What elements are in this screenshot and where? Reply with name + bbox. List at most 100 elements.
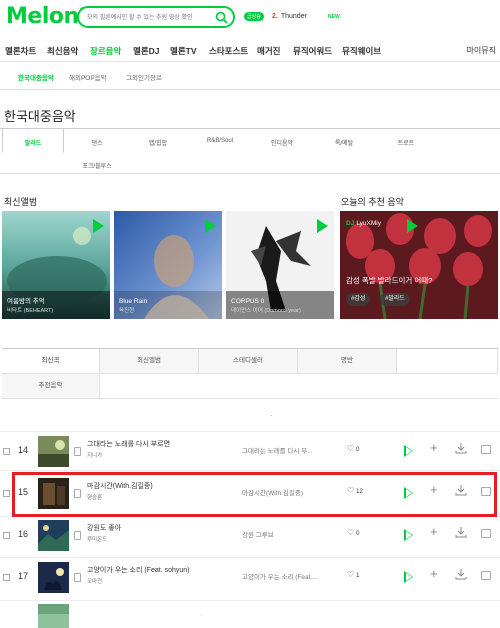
mv-icon[interactable] (481, 445, 491, 454)
nav-magazine[interactable]: 매거진 (257, 45, 280, 57)
song-thumbnail[interactable] (38, 520, 69, 551)
recommend-card[interactable]: DJ LyuXMiy 감성 폭발 발라드이거 어때? #감성 #발라드 (340, 211, 498, 319)
subnav-other-genres[interactable]: 그외인기장르 (126, 72, 162, 82)
nav-melon-dj[interactable]: 멜론DJ (133, 45, 160, 57)
album-artist[interactable]: 비타트 (BEHEART) (7, 306, 53, 314)
tab-latest-albums[interactable]: 최신앨범 (100, 349, 199, 374)
melon-logo[interactable]: Melon (6, 4, 86, 29)
mv-icon[interactable] (481, 571, 491, 580)
song-album[interactable]: 그대라는 노래를 다시 부... (242, 445, 332, 455)
like-button[interactable]: ♡ 0 (347, 444, 360, 453)
search-box[interactable] (77, 6, 235, 28)
genre-indie[interactable]: 인디음악 (252, 138, 312, 147)
ticker-title: Thunder (280, 13, 307, 20)
song-info-icon[interactable] (74, 447, 81, 456)
nav-my-music[interactable]: 마이뮤직 (467, 45, 496, 56)
song-info-icon[interactable] (74, 573, 81, 582)
genre-dance[interactable]: 댄스 (67, 138, 127, 147)
album-title[interactable]: 여름밤의 추억 (7, 295, 45, 305)
album-card[interactable]: Blue Rain 육진현 (114, 211, 222, 319)
add-icon[interactable]: + (430, 524, 438, 539)
album-card[interactable]: CORPUS 0 데이먼스 이어 (Damons year) (226, 211, 334, 319)
row-divider (0, 600, 500, 601)
nav-music-award[interactable]: 뮤직어워드 (293, 45, 332, 57)
album-title[interactable]: Blue Rain (119, 298, 147, 305)
search-icon[interactable] (215, 11, 228, 24)
recommend-tag[interactable]: #발라드 (380, 293, 410, 306)
tab-steady-seller[interactable]: 스테디셀러 (199, 349, 298, 374)
row-checkbox[interactable] (3, 448, 10, 455)
play-icon[interactable] (404, 445, 413, 457)
add-icon[interactable]: + (430, 440, 438, 455)
song-thumbnail[interactable] (38, 604, 69, 628)
song-row[interactable]: 16 강원도 좋아 루미온드 강원 그루브 ♡ 0 + (0, 517, 500, 557)
genre-rock[interactable]: 록/메탈 (314, 138, 374, 147)
search-input[interactable] (87, 11, 213, 25)
row-divider (0, 431, 500, 432)
recommend-heading: 오늘의 추천 음악 (341, 197, 404, 207)
tab-latest-songs[interactable]: 최신곡 (2, 349, 100, 374)
song-artist[interactable]: 루미온드 (87, 535, 107, 543)
song-rank: 16 (18, 529, 29, 539)
song-artist[interactable]: 지니카 (87, 451, 102, 459)
album-title[interactable]: CORPUS 0 (231, 298, 264, 305)
nav-starpost[interactable]: 스타포스트 (209, 45, 248, 57)
recommend-title[interactable]: 감성 폭발 발라드이거 어때? (346, 275, 432, 286)
song-title[interactable]: 고양이가 우는 소리 (Feat. sohyun) (87, 565, 190, 575)
realtime-rank-ticker[interactable]: 2. Thunder (272, 13, 307, 20)
song-title[interactable]: 강원도 좋아 (87, 523, 121, 533)
scroll-indicator: · (200, 612, 203, 619)
album-caption (114, 291, 222, 319)
like-button[interactable]: ♡ 1 (347, 570, 360, 579)
subnav-foreign-pop[interactable]: 해외POP음악 (69, 72, 107, 82)
play-icon[interactable] (205, 219, 216, 233)
row-checkbox[interactable] (3, 490, 10, 497)
album-artist[interactable]: 육진현 (119, 306, 134, 314)
nav-melon-chart[interactable]: 멜론차트 (5, 45, 36, 57)
genre-trot[interactable]: 트로트 (376, 138, 436, 147)
song-thumbnail[interactable] (38, 562, 69, 593)
like-count: 0 (356, 531, 360, 537)
subnav-korean-pop[interactable]: 한국대중음악 (18, 72, 54, 82)
genre-folk[interactable]: 포크/블루스 (67, 161, 127, 170)
ticker-rank: 2. (272, 13, 278, 20)
nav-music-wave[interactable]: 뮤직웨이브 (342, 45, 381, 57)
page-title: 한국대중음악 (4, 109, 76, 124)
list-tabs: 최신곡 최신앨범 스테디셀러 명반 추천음악 (2, 348, 498, 399)
add-icon[interactable]: + (430, 566, 438, 581)
genre-rnb[interactable]: R&B/Soul (190, 138, 250, 144)
nav-genre-music[interactable]: 장르음악 (90, 45, 121, 57)
dj-name[interactable]: LyuXMiy (356, 220, 381, 227)
play-icon[interactable] (93, 219, 104, 233)
mv-icon[interactable] (481, 529, 491, 538)
song-album[interactable]: 강원 그루브 (242, 529, 332, 539)
nav-melon-tv[interactable]: 멜론TV (170, 45, 197, 57)
play-icon[interactable] (317, 219, 328, 233)
like-button[interactable]: ♡ 0 (347, 528, 360, 537)
download-icon[interactable] (455, 526, 467, 538)
album-card[interactable]: 여름밤의 추억 비타트 (BEHEART) (2, 211, 110, 319)
play-icon[interactable] (404, 571, 413, 583)
song-title[interactable]: 그대라는 노래를 다시 부르면 (87, 439, 170, 449)
song-artist[interactable]: 꼬마건 (87, 577, 102, 585)
play-icon[interactable] (404, 529, 413, 541)
album-artist[interactable]: 데이먼스 이어 (Damons year) (231, 306, 301, 314)
latest-albums-heading: 최신앨범 (4, 197, 38, 207)
row-checkbox[interactable] (3, 532, 10, 539)
genre-hiphop[interactable]: 랩/힙합 (128, 138, 188, 147)
tab-masterpiece[interactable]: 명반 (298, 349, 397, 374)
genre-ballad[interactable]: 발라드 (3, 138, 63, 147)
nav-latest-music[interactable]: 최신음악 (47, 45, 78, 57)
tab-recommended[interactable]: 추천음악 (2, 374, 100, 399)
song-row[interactable]: 17 고양이가 우는 소리 (Feat. sohyun) 꼬마건 고양이가 우는… (0, 559, 500, 599)
download-icon[interactable] (455, 442, 467, 454)
song-info-icon[interactable] (74, 531, 81, 540)
play-icon[interactable] (407, 219, 418, 233)
row-checkbox[interactable] (3, 574, 10, 581)
song-thumbnail[interactable] (38, 436, 69, 467)
recommend-tag[interactable]: #감성 (346, 293, 371, 306)
top-header: Melon 급상승 2.Thunder NEW (0, 0, 500, 34)
download-icon[interactable] (455, 568, 467, 580)
song-row[interactable]: 14 그대라는 노래를 다시 부르면 지니카 그대라는 노래를 다시 부... … (0, 433, 500, 473)
song-album[interactable]: 고양이가 우는 소리 (Feat.... (242, 571, 332, 581)
